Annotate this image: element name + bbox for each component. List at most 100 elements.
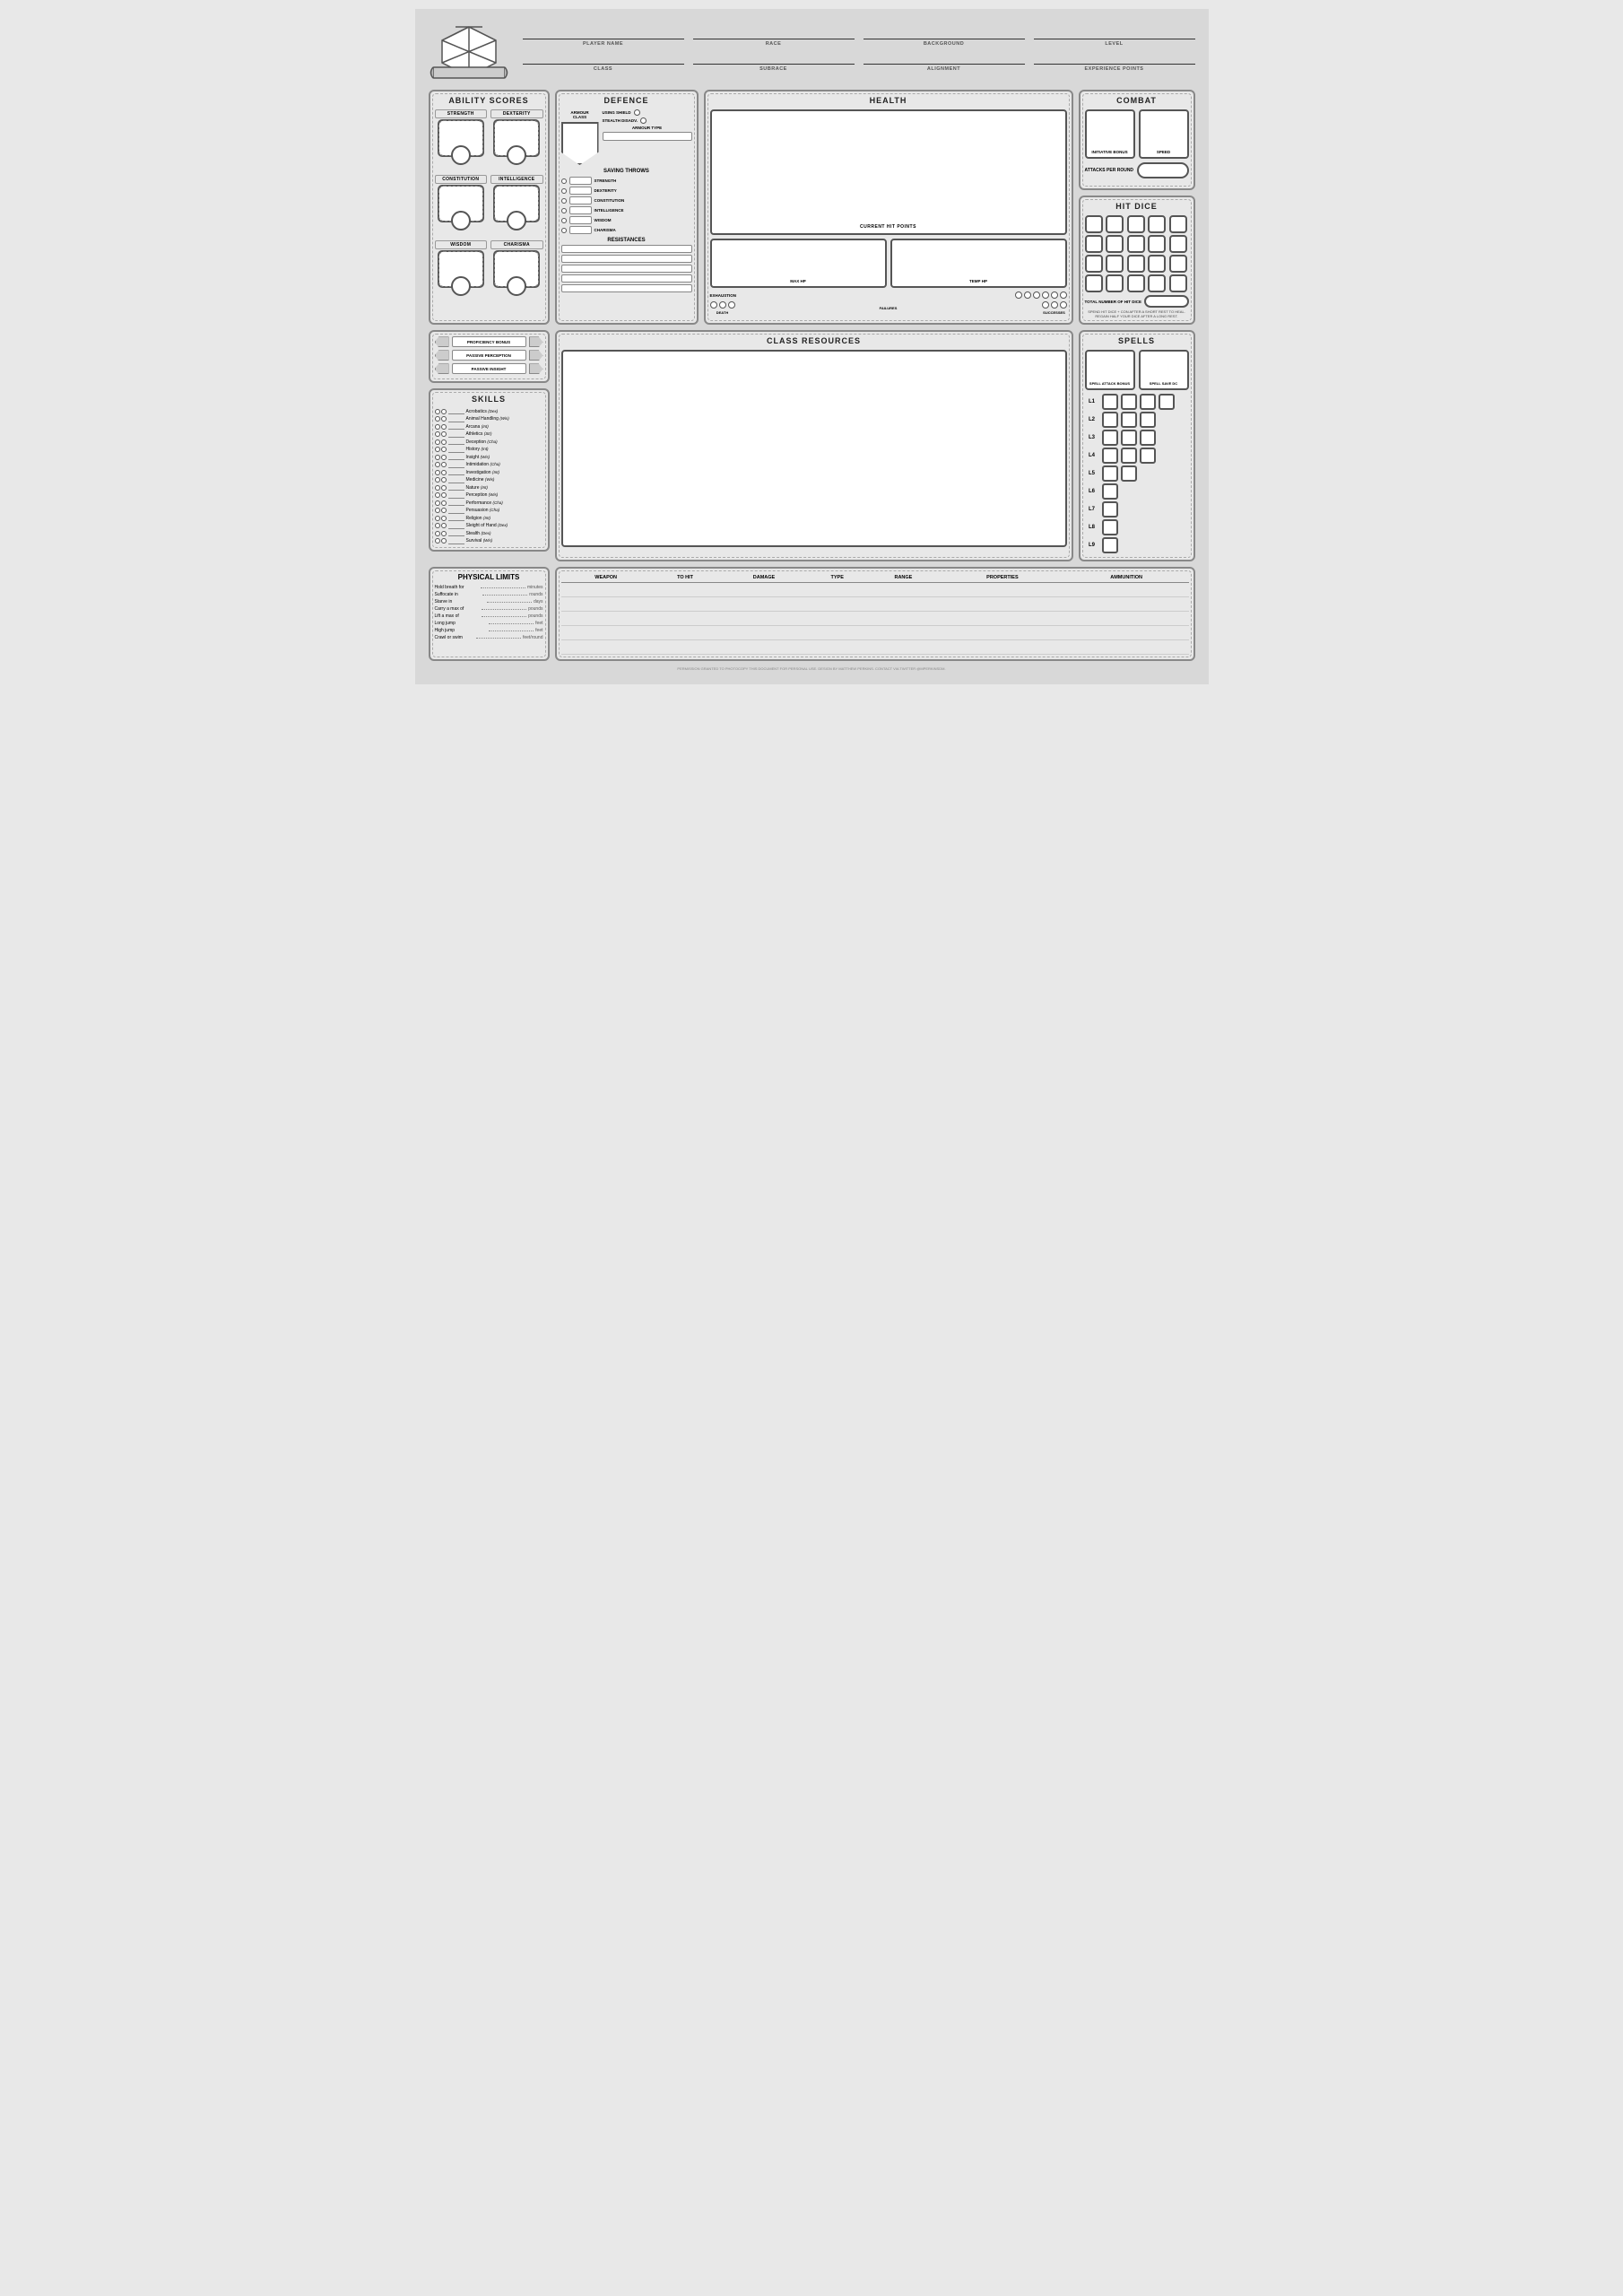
save-con-box[interactable] xyxy=(569,196,592,204)
skill-prof-12b[interactable] xyxy=(441,492,447,498)
exhaustion-1[interactable] xyxy=(1015,291,1022,299)
death-1[interactable] xyxy=(710,301,717,309)
weapon-ammo-4[interactable] xyxy=(1064,626,1189,640)
weapon-name-2[interactable] xyxy=(561,597,651,612)
save-str-prof[interactable] xyxy=(561,178,567,184)
exhaustion-3[interactable] xyxy=(1033,291,1040,299)
exhaustion-4[interactable] xyxy=(1042,291,1049,299)
hit-die-19[interactable] xyxy=(1148,274,1166,292)
weapon-type-2[interactable] xyxy=(809,597,866,612)
skill-prof-5a[interactable] xyxy=(435,439,440,445)
save-int-box[interactable] xyxy=(569,206,592,214)
spell-l7-1[interactable] xyxy=(1102,501,1118,517)
hit-die-7[interactable] xyxy=(1106,235,1124,253)
skill-prof-10b[interactable] xyxy=(441,477,447,483)
save-con-prof[interactable] xyxy=(561,198,567,204)
skill-prof-8a[interactable] xyxy=(435,462,440,467)
success-1[interactable] xyxy=(1042,301,1049,309)
skill-prof-7b[interactable] xyxy=(441,455,447,460)
skill-prof-6b[interactable] xyxy=(441,447,447,452)
weapon-hit-4[interactable] xyxy=(651,626,720,640)
weapon-range-3[interactable] xyxy=(866,612,941,626)
skill-prof-12a[interactable] xyxy=(435,492,440,498)
hit-die-2[interactable] xyxy=(1106,215,1124,233)
spell-l2-2[interactable] xyxy=(1121,412,1137,428)
save-dex-prof[interactable] xyxy=(561,188,567,194)
weapon-hit-2[interactable] xyxy=(651,597,720,612)
hit-die-14[interactable] xyxy=(1148,255,1166,273)
skill-prof-4a[interactable] xyxy=(435,431,440,437)
initiative-box[interactable]: INITIATIVE BONUS xyxy=(1085,109,1135,159)
spell-l3-2[interactable] xyxy=(1121,430,1137,446)
save-int-prof[interactable] xyxy=(561,208,567,213)
spell-l5-1[interactable] xyxy=(1102,465,1118,482)
armour-class-shield[interactable] xyxy=(561,122,599,165)
weapon-hit-3[interactable] xyxy=(651,612,720,626)
intelligence-mod[interactable] xyxy=(507,211,526,230)
strength-mod[interactable] xyxy=(451,145,471,165)
skill-prof-1a[interactable] xyxy=(435,409,440,414)
spell-save-box[interactable]: SPELL SAVE DC xyxy=(1139,350,1189,390)
proficiency-box[interactable]: PROFICIENCY BONUS xyxy=(452,336,526,347)
hit-die-15[interactable] xyxy=(1169,255,1187,273)
skill-prof-3a[interactable] xyxy=(435,424,440,430)
hit-die-6[interactable] xyxy=(1085,235,1103,253)
weapon-props-4[interactable] xyxy=(941,626,1064,640)
spell-l9-1[interactable] xyxy=(1102,537,1118,553)
weapon-range-5[interactable] xyxy=(866,640,941,655)
weapon-name-5[interactable] xyxy=(561,640,651,655)
skill-prof-9a[interactable] xyxy=(435,470,440,475)
strength-box[interactable] xyxy=(438,119,484,157)
weapon-ammo-2[interactable] xyxy=(1064,597,1189,612)
spell-l1-1[interactable] xyxy=(1102,394,1118,410)
speed-box[interactable]: SPEED xyxy=(1139,109,1189,159)
insight-box[interactable]: PASSIVE INSIGHT xyxy=(452,363,526,374)
spell-l3-1[interactable] xyxy=(1102,430,1118,446)
spell-l2-3[interactable] xyxy=(1140,412,1156,428)
weapon-type-4[interactable] xyxy=(809,626,866,640)
dexterity-box[interactable] xyxy=(493,119,540,157)
hit-die-18[interactable] xyxy=(1127,274,1145,292)
weapon-hit-5[interactable] xyxy=(651,640,720,655)
skill-prof-15b[interactable] xyxy=(441,516,447,521)
hit-die-9[interactable] xyxy=(1148,235,1166,253)
weapon-props-3[interactable] xyxy=(941,612,1064,626)
hit-die-12[interactable] xyxy=(1106,255,1124,273)
hit-die-13[interactable] xyxy=(1127,255,1145,273)
spell-l4-1[interactable] xyxy=(1102,448,1118,464)
hit-die-1[interactable] xyxy=(1085,215,1103,233)
resistance-5[interactable] xyxy=(561,284,692,292)
skill-prof-10a[interactable] xyxy=(435,477,440,483)
spell-l4-2[interactable] xyxy=(1121,448,1137,464)
weapon-damage-2[interactable] xyxy=(719,597,808,612)
skill-prof-14a[interactable] xyxy=(435,508,440,513)
hit-die-4[interactable] xyxy=(1148,215,1166,233)
save-cha-box[interactable] xyxy=(569,226,592,234)
spell-l5-2[interactable] xyxy=(1121,465,1137,482)
current-hp-box[interactable]: CURRENT HIT POINTS xyxy=(710,109,1067,235)
save-wis-prof[interactable] xyxy=(561,218,567,223)
weapon-props-2[interactable] xyxy=(941,597,1064,612)
exhaustion-6[interactable] xyxy=(1060,291,1067,299)
constitution-box[interactable] xyxy=(438,185,484,222)
weapon-name-3[interactable] xyxy=(561,612,651,626)
skill-prof-8b[interactable] xyxy=(441,462,447,467)
class-resources-box[interactable] xyxy=(561,350,1067,547)
hit-die-16[interactable] xyxy=(1085,274,1103,292)
weapon-ammo-3[interactable] xyxy=(1064,612,1189,626)
weapon-damage-5[interactable] xyxy=(719,640,808,655)
weapon-hit-1[interactable] xyxy=(651,583,720,597)
skill-prof-17b[interactable] xyxy=(441,531,447,536)
hit-die-3[interactable] xyxy=(1127,215,1145,233)
resistance-4[interactable] xyxy=(561,274,692,283)
weapon-type-1[interactable] xyxy=(809,583,866,597)
weapon-damage-3[interactable] xyxy=(719,612,808,626)
skill-prof-13a[interactable] xyxy=(435,500,440,506)
weapon-type-3[interactable] xyxy=(809,612,866,626)
exhaustion-2[interactable] xyxy=(1024,291,1031,299)
hit-die-20[interactable] xyxy=(1169,274,1187,292)
save-wis-box[interactable] xyxy=(569,216,592,224)
skill-prof-11b[interactable] xyxy=(441,485,447,491)
skill-prof-2b[interactable] xyxy=(441,416,447,422)
spell-attack-box[interactable]: SPELL ATTACK BONUS xyxy=(1085,350,1135,390)
